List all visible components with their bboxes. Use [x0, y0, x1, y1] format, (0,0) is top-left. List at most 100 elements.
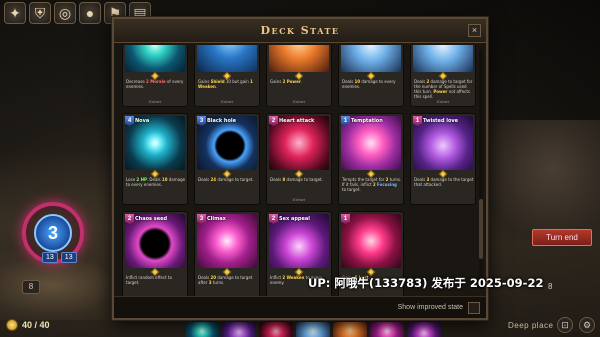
hand-card[interactable] [407, 322, 441, 337]
card-keyword: 10 [354, 79, 361, 84]
card-description: Lose 2 HP. Deals 10 damage to every enem… [126, 177, 186, 187]
deck-card[interactable]: Deals 10 damage to every enemies. [338, 45, 404, 107]
card-grid-viewport[interactable]: Decrease 2 Morale of every enemies. Extra… [120, 45, 482, 297]
card-art [341, 116, 401, 170]
card-art [269, 214, 329, 268]
ring-icon[interactable]: ◎ [54, 2, 76, 24]
hand-card[interactable] [222, 322, 256, 337]
hand-card[interactable] [185, 322, 219, 337]
card-art [269, 45, 329, 72]
dialog-footer: Show improved state [114, 296, 486, 318]
card-keyword: 20 [210, 275, 217, 280]
card-keyword: Power [433, 89, 448, 94]
card-name: Chaos seed [135, 216, 168, 222]
card-keyword: 2 Weaken [282, 275, 305, 280]
card-art [197, 116, 257, 170]
deck-card[interactable]: 1 Temptation Tempts the target for 2 turns… [338, 113, 404, 205]
card-keyword: 8 [282, 177, 286, 182]
map-icon[interactable]: ⊡ [557, 317, 573, 333]
draw-pile-button[interactable]: 8 [22, 280, 40, 294]
card-keyword: 1 Weaken [198, 79, 253, 89]
gear-icon[interactable]: ⚙ [579, 317, 595, 333]
card-description: Deals 8 damage to target. [270, 177, 323, 182]
hero-stats: 13 13 [42, 252, 77, 263]
card-art [125, 214, 185, 268]
card-art [341, 214, 401, 268]
background-rock [480, 120, 600, 240]
hand-card[interactable] [370, 322, 404, 337]
card-keyword: 2 [426, 79, 430, 84]
card-name: Twisted love [423, 118, 459, 124]
card-keyword: 2 Power [282, 79, 301, 84]
card-description: Deals 3 damage to the target that attack… [414, 177, 474, 187]
shield-icon[interactable]: ⛨ [29, 2, 51, 24]
hand-strip [185, 322, 441, 337]
card-description: Deals 10 damage to every enemies. [342, 79, 396, 89]
extract-label[interactable]: Extract [267, 99, 331, 104]
show-improved-checkbox[interactable] [468, 301, 480, 314]
deck-card[interactable]: 3 Black hole Deals 24 damage to target. [194, 113, 260, 205]
card-art [269, 116, 329, 170]
card-name: Temptation [351, 118, 383, 124]
extract-label[interactable]: Extract [411, 99, 475, 104]
card-keyword: 2 [372, 182, 376, 187]
card-name: Black hole [207, 118, 237, 124]
card-description: Deals 20 damage to target after 3 turns. [198, 275, 253, 285]
card-keyword: 2 Morale [146, 79, 166, 84]
extract-label[interactable]: Extract [195, 99, 259, 104]
card-art [197, 214, 257, 268]
deck-card[interactable]: 2 Heart attack Deals 8 damage to target. Ex… [266, 113, 332, 205]
card-art [125, 116, 185, 170]
card-description: Inflict random effect to target. [126, 275, 172, 285]
orb-icon[interactable]: ● [79, 2, 101, 24]
hand-card[interactable] [296, 322, 330, 337]
extract-label[interactable]: Extract [267, 197, 331, 202]
hero-level-badge: 3 [34, 214, 72, 252]
card-description: Decrease 2 Morale of every enemies. [126, 79, 184, 89]
turn-end-button[interactable]: Turn end [532, 229, 592, 246]
card-art [197, 45, 257, 72]
card-name: Climax [207, 216, 226, 222]
card-description: Gains Shield 10 but gain 1 Weaken. [198, 79, 253, 89]
extract-label[interactable]: Extract [123, 99, 187, 104]
close-button[interactable]: × [468, 24, 481, 37]
deck-card[interactable]: 1 Twisted love Deals 3 damage to the targe… [410, 113, 476, 205]
card-keyword: 10 [161, 177, 168, 182]
deck-card[interactable]: 4 Nova Lose 2 HP. Deals 10 damage to every… [122, 113, 188, 205]
deck-card[interactable]: Gains Shield 10 but gain 1 Weaken. Extrac… [194, 45, 260, 107]
deck-card[interactable]: Decrease 2 Morale of every enemies. Extra… [122, 45, 188, 107]
dialog-header: Deck State × [114, 19, 486, 43]
card-description: Tempts the target for 2 turns. If it fai… [342, 177, 402, 192]
hp-value: 40 / 40 [22, 320, 50, 330]
card-art [413, 45, 473, 72]
coin-icon [6, 319, 18, 331]
show-improved-label: Show improved state [397, 304, 463, 311]
hero-stat: 13 [42, 252, 58, 263]
hp-display: 40 / 40 [6, 317, 106, 333]
discard-count[interactable]: 8 [548, 282, 552, 291]
dialog-title: Deck State [260, 24, 340, 37]
card-art [413, 116, 473, 170]
location-label: Deep place [508, 321, 554, 330]
hand-card[interactable] [259, 322, 293, 337]
hand-card[interactable] [333, 322, 367, 337]
card-art [125, 45, 185, 72]
card-description: Deals 2 damage to target for the number … [414, 79, 473, 99]
card-name: Sex appeal [279, 216, 310, 222]
card-keyword: Focusing [376, 182, 397, 187]
deck-card[interactable]: Gains 2 Power. Extract [266, 45, 332, 107]
deck-card[interactable]: 3 Climax Deals 20 damage to target after 3… [194, 211, 260, 297]
scroll-thumb[interactable] [479, 199, 483, 259]
card-keyword: 3 [208, 280, 212, 285]
deck-card[interactable]: 2 Chaos seed Inflict random effect to targ… [122, 211, 188, 297]
card-grid: Decrease 2 Morale of every enemies. Extra… [122, 45, 476, 297]
card-keyword: 2 HP [136, 177, 147, 182]
deck-card[interactable]: Deals 2 damage to target for the number … [410, 45, 476, 107]
crest-icon[interactable]: ✦ [4, 2, 26, 24]
scrollbar[interactable] [479, 49, 483, 289]
card-name: Heart attack [279, 118, 315, 124]
card-name: Nova [135, 118, 150, 124]
card-description: Deals 24 damage to target. [198, 177, 254, 182]
card-description: Gains 2 Power. [270, 79, 303, 84]
watermark: UP: 阿哦牛(133783) 发布于 2025-09-22 [308, 276, 544, 290]
